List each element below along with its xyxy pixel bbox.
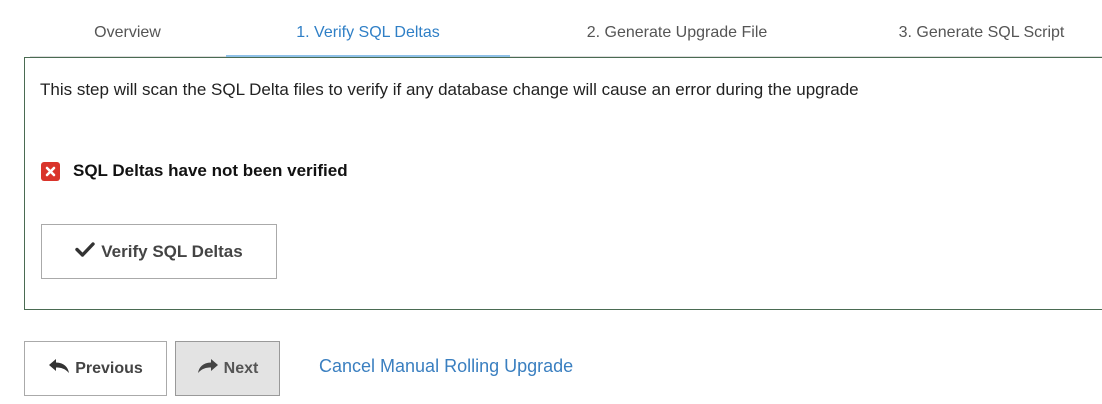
error-x-icon: [41, 161, 60, 181]
step-description: This step will scan the SQL Delta files …: [40, 80, 859, 99]
rolling-upgrade-page: Overview 1. Verify SQL Deltas 2. Generat…: [0, 0, 1102, 404]
verify-button-label: Verify SQL Deltas: [101, 241, 243, 261]
tab-verify-sql-deltas[interactable]: 1. Verify SQL Deltas: [226, 10, 510, 58]
wizard-tabs: Overview 1. Verify SQL Deltas 2. Generat…: [30, 10, 1102, 58]
verify-step-panel: This step will scan the SQL Delta files …: [24, 57, 1102, 310]
status-text: SQL Deltas have not been verified: [73, 161, 348, 180]
previous-label: Previous: [75, 359, 143, 377]
checkmark-icon: [75, 241, 95, 262]
next-button[interactable]: Next: [175, 341, 280, 396]
tab-generate-sql-script[interactable]: 3. Generate SQL Script: [844, 10, 1102, 56]
reply-arrow-icon: [48, 358, 70, 379]
verification-status: SQL Deltas have not been verified: [41, 161, 348, 181]
cancel-manual-rolling-upgrade-link[interactable]: Cancel Manual Rolling Upgrade: [319, 356, 573, 377]
previous-button[interactable]: Previous: [24, 341, 167, 396]
share-arrow-icon: [197, 358, 219, 379]
next-label: Next: [223, 359, 259, 377]
verify-sql-deltas-button[interactable]: Verify SQL Deltas: [41, 224, 277, 279]
tab-overview[interactable]: Overview: [30, 10, 225, 56]
tab-generate-upgrade-file[interactable]: 2. Generate Upgrade File: [510, 10, 844, 56]
